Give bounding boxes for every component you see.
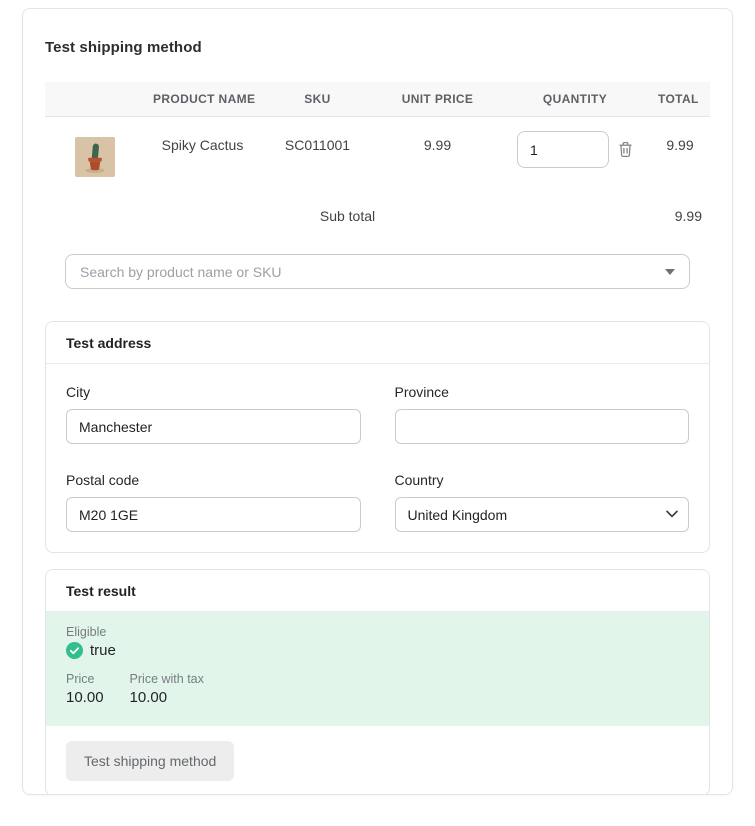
test-result-card: Test result Eligible true Price 10.00 — [45, 569, 710, 795]
city-field-group: City — [66, 384, 361, 444]
quantity-input[interactable] — [517, 131, 609, 168]
search-input[interactable] — [65, 254, 690, 289]
page-title: Test shipping method — [45, 39, 710, 56]
product-image — [75, 137, 115, 177]
quantity-cell — [500, 117, 650, 189]
result-card-title: Test result — [46, 570, 709, 612]
price-metric: Price 10.00 — [66, 672, 104, 706]
total-cell: 9.99 — [650, 117, 710, 189]
caret-down-icon[interactable] — [665, 269, 675, 275]
postal-code-label: Postal code — [66, 472, 361, 488]
city-label: City — [66, 384, 361, 400]
country-label: Country — [395, 472, 690, 488]
product-image-cell — [45, 117, 145, 189]
country-select[interactable]: United Kingdom — [395, 497, 690, 532]
eligible-label: Eligible — [66, 625, 689, 639]
product-name-column-header: PRODUCT NAME — [145, 82, 260, 117]
postal-code-field-group: Postal code — [66, 472, 361, 532]
remove-product-button[interactable] — [618, 141, 633, 158]
test-shipping-panel: Test shipping method PRODUCT NAME SKU UN… — [22, 8, 733, 795]
price-with-tax-label: Price with tax — [130, 672, 204, 686]
trash-icon — [618, 146, 633, 161]
country-field-group: Country United Kingdom — [395, 472, 690, 532]
postal-code-field[interactable] — [66, 497, 361, 532]
address-card-title: Test address — [46, 322, 709, 364]
unit-price-column-header: UNIT PRICE — [375, 82, 500, 117]
products-table: PRODUCT NAME SKU UNIT PRICE QUANTITY TOT… — [45, 82, 710, 232]
city-field[interactable] — [66, 409, 361, 444]
price-label: Price — [66, 672, 104, 686]
table-row: Spiky Cactus SC011001 9.99 — [45, 117, 710, 189]
product-name-cell: Spiky Cactus — [145, 117, 260, 189]
unit-price-cell: 9.99 — [375, 117, 500, 189]
check-circle-icon — [66, 642, 83, 659]
test-address-card: Test address City Province Postal code C… — [45, 321, 710, 553]
province-field[interactable] — [395, 409, 690, 444]
price-value: 10.00 — [66, 689, 104, 706]
product-image-column-header — [45, 82, 145, 117]
price-with-tax-metric: Price with tax 10.00 — [130, 672, 204, 706]
sku-cell: SC011001 — [260, 117, 375, 189]
eligible-value: true — [90, 642, 116, 659]
province-field-group: Province — [395, 384, 690, 444]
subtotal-label: Sub total — [45, 188, 650, 232]
subtotal-value: 9.99 — [650, 188, 710, 232]
sku-column-header: SKU — [260, 82, 375, 117]
product-search — [65, 254, 690, 289]
quantity-column-header: QUANTITY — [500, 82, 650, 117]
test-shipping-method-button[interactable]: Test shipping method — [66, 741, 234, 781]
subtotal-row: Sub total 9.99 — [45, 188, 710, 232]
total-column-header: TOTAL — [650, 82, 710, 117]
price-with-tax-value: 10.00 — [130, 689, 204, 706]
table-header-row: PRODUCT NAME SKU UNIT PRICE QUANTITY TOT… — [45, 82, 710, 117]
province-label: Province — [395, 384, 690, 400]
result-success-panel: Eligible true Price 10.00 Price with tax — [46, 612, 709, 726]
